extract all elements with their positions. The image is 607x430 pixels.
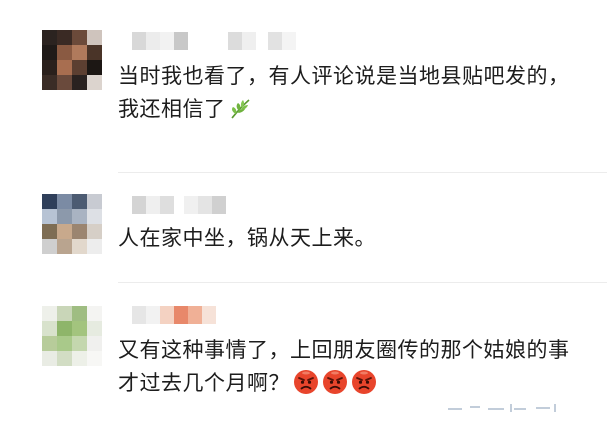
comment-text: 当时我也看了，有人评论说是当地县贴吧发的， 我还相信了 [118, 60, 570, 126]
comment-line: 人在家中坐，锅从天上来。 [118, 226, 376, 250]
comment-line-text: 我还相信了 [118, 97, 226, 121]
comment-line: 当时我也看了，有人评论说是当地县贴吧发的， [118, 64, 570, 88]
leaf-icon [230, 99, 250, 119]
angry-face-icon [294, 370, 318, 394]
avatar[interactable] [42, 306, 102, 366]
comment-line: 我还相信了 [118, 93, 570, 126]
avatar[interactable] [42, 30, 102, 90]
divider [118, 282, 607, 283]
comment-line-text: 才过去几个月啊？ [118, 371, 290, 395]
username[interactable] [132, 196, 226, 214]
comment-line: 才过去几个月啊？ [118, 367, 570, 400]
comment-line: 又有这种事情了，上回朋友圈传的那个姑娘的事 [118, 338, 570, 362]
watermark [448, 398, 568, 422]
username[interactable] [132, 32, 296, 50]
username[interactable] [132, 306, 216, 324]
comment-text: 又有这种事情了，上回朋友圈传的那个姑娘的事 才过去几个月啊？ [118, 334, 570, 400]
angry-face-icon [323, 370, 347, 394]
watermark-glyphs [448, 404, 556, 412]
comment-text: 人在家中坐，锅从天上来。 [118, 222, 376, 255]
avatar[interactable] [42, 194, 102, 254]
angry-face-icon [352, 370, 376, 394]
divider [118, 172, 607, 173]
